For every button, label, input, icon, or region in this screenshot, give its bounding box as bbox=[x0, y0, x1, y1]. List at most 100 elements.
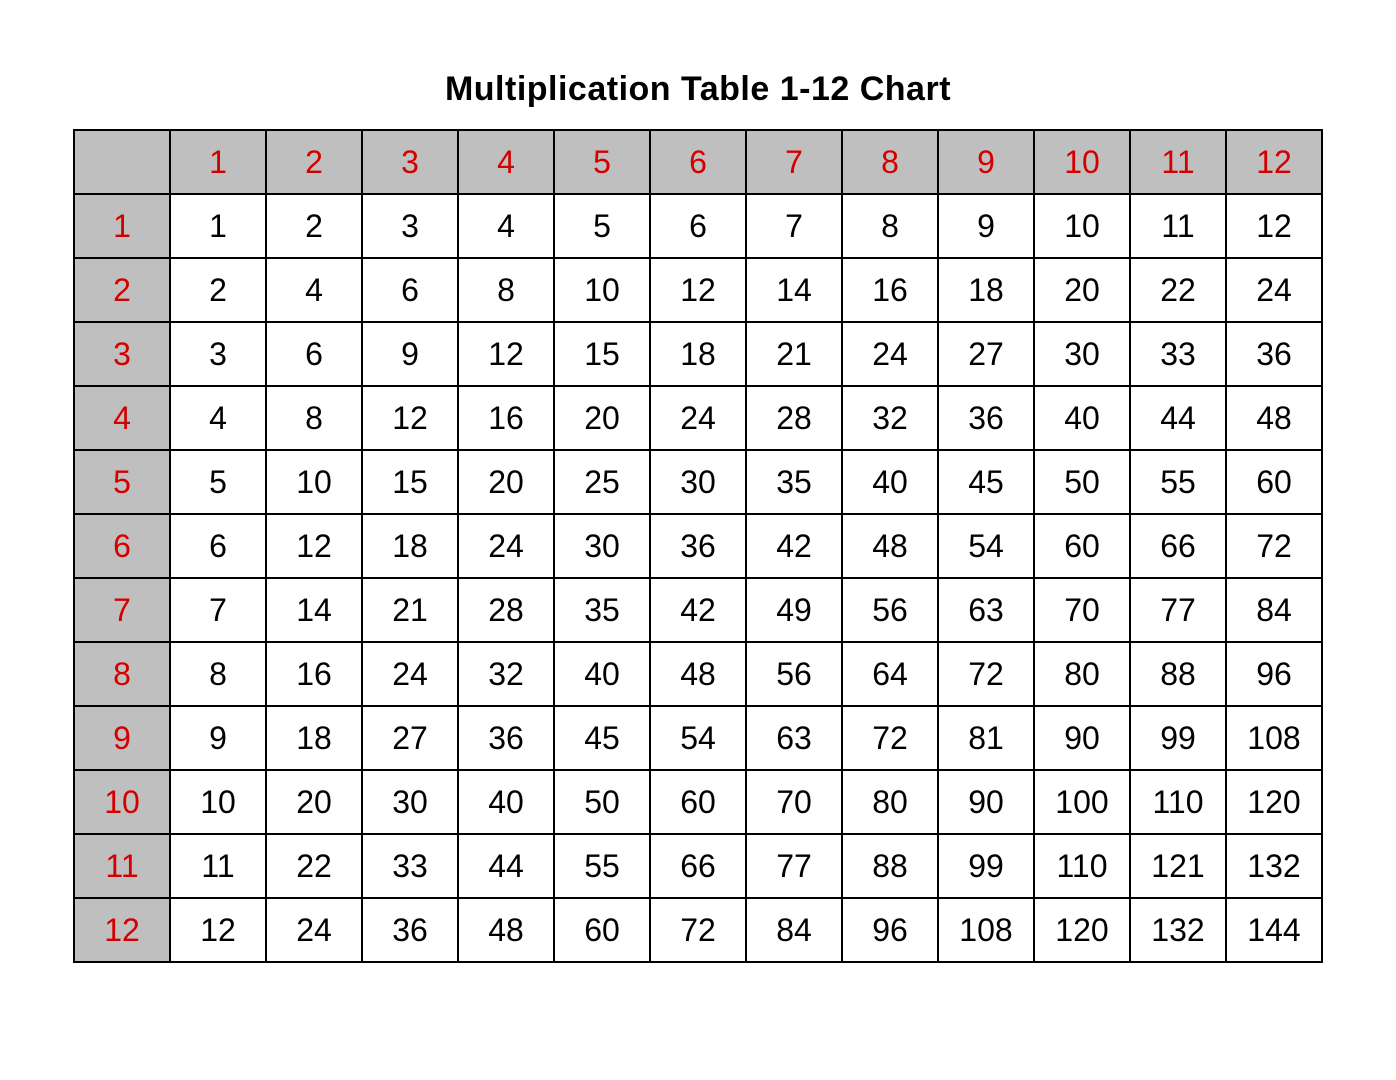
cell: 120 bbox=[1034, 898, 1130, 962]
cell: 4 bbox=[458, 194, 554, 258]
cell: 132 bbox=[1130, 898, 1226, 962]
cell: 28 bbox=[458, 578, 554, 642]
cell: 33 bbox=[362, 834, 458, 898]
row-header: 12 bbox=[74, 898, 170, 962]
cell: 2 bbox=[170, 258, 266, 322]
cell: 84 bbox=[746, 898, 842, 962]
cell: 12 bbox=[650, 258, 746, 322]
cell: 60 bbox=[1226, 450, 1322, 514]
cell: 8 bbox=[458, 258, 554, 322]
row-header: 8 bbox=[74, 642, 170, 706]
table-row: 8 8 16 24 32 40 48 56 64 72 80 88 96 bbox=[74, 642, 1322, 706]
cell: 6 bbox=[650, 194, 746, 258]
row-header: 5 bbox=[74, 450, 170, 514]
row-header: 10 bbox=[74, 770, 170, 834]
cell: 40 bbox=[842, 450, 938, 514]
cell: 32 bbox=[458, 642, 554, 706]
table-body: 1 1 2 3 4 5 6 7 8 9 10 11 12 2 2 4 6 8 1… bbox=[74, 194, 1322, 962]
cell: 12 bbox=[170, 898, 266, 962]
cell: 88 bbox=[842, 834, 938, 898]
cell: 30 bbox=[554, 514, 650, 578]
cell: 84 bbox=[1226, 578, 1322, 642]
cell: 63 bbox=[938, 578, 1034, 642]
cell: 80 bbox=[842, 770, 938, 834]
cell: 81 bbox=[938, 706, 1034, 770]
cell: 5 bbox=[170, 450, 266, 514]
col-header: 7 bbox=[746, 130, 842, 194]
cell: 88 bbox=[1130, 642, 1226, 706]
cell: 55 bbox=[1130, 450, 1226, 514]
table-row: 10 10 20 30 40 50 60 70 80 90 100 110 12… bbox=[74, 770, 1322, 834]
cell: 44 bbox=[458, 834, 554, 898]
cell: 77 bbox=[746, 834, 842, 898]
cell: 42 bbox=[746, 514, 842, 578]
row-header: 11 bbox=[74, 834, 170, 898]
cell: 8 bbox=[842, 194, 938, 258]
cell: 9 bbox=[362, 322, 458, 386]
cell: 27 bbox=[938, 322, 1034, 386]
cell: 50 bbox=[1034, 450, 1130, 514]
cell: 36 bbox=[938, 386, 1034, 450]
cell: 99 bbox=[1130, 706, 1226, 770]
col-header: 11 bbox=[1130, 130, 1226, 194]
cell: 42 bbox=[650, 578, 746, 642]
cell: 14 bbox=[266, 578, 362, 642]
cell: 66 bbox=[1130, 514, 1226, 578]
row-header: 4 bbox=[74, 386, 170, 450]
multiplication-table: 1 2 3 4 5 6 7 8 9 10 11 12 1 1 2 3 4 5 6… bbox=[73, 129, 1323, 963]
cell: 30 bbox=[650, 450, 746, 514]
cell: 30 bbox=[1034, 322, 1130, 386]
cell: 18 bbox=[266, 706, 362, 770]
cell: 35 bbox=[746, 450, 842, 514]
cell: 45 bbox=[554, 706, 650, 770]
table-row: 5 5 10 15 20 25 30 35 40 45 50 55 60 bbox=[74, 450, 1322, 514]
cell: 36 bbox=[362, 898, 458, 962]
cell: 20 bbox=[554, 386, 650, 450]
cell: 66 bbox=[650, 834, 746, 898]
cell: 10 bbox=[266, 450, 362, 514]
cell: 12 bbox=[1226, 194, 1322, 258]
cell: 10 bbox=[554, 258, 650, 322]
chart-title: Multiplication Table 1-12 Chart bbox=[445, 70, 951, 109]
table-row: 3 3 6 9 12 15 18 21 24 27 30 33 36 bbox=[74, 322, 1322, 386]
cell: 24 bbox=[1226, 258, 1322, 322]
cell: 12 bbox=[362, 386, 458, 450]
cell: 3 bbox=[170, 322, 266, 386]
cell: 15 bbox=[554, 322, 650, 386]
cell: 55 bbox=[554, 834, 650, 898]
cell: 33 bbox=[1130, 322, 1226, 386]
cell: 28 bbox=[746, 386, 842, 450]
cell: 45 bbox=[938, 450, 1034, 514]
table-row: 4 4 8 12 16 20 24 28 32 36 40 44 48 bbox=[74, 386, 1322, 450]
cell: 1 bbox=[170, 194, 266, 258]
cell: 64 bbox=[842, 642, 938, 706]
cell: 96 bbox=[1226, 642, 1322, 706]
cell: 54 bbox=[938, 514, 1034, 578]
cell: 36 bbox=[1226, 322, 1322, 386]
cell: 18 bbox=[362, 514, 458, 578]
cell: 24 bbox=[362, 642, 458, 706]
row-header: 2 bbox=[74, 258, 170, 322]
cell: 108 bbox=[1226, 706, 1322, 770]
cell: 11 bbox=[1130, 194, 1226, 258]
cell: 80 bbox=[1034, 642, 1130, 706]
cell: 8 bbox=[266, 386, 362, 450]
cell: 70 bbox=[746, 770, 842, 834]
cell: 9 bbox=[170, 706, 266, 770]
col-header: 5 bbox=[554, 130, 650, 194]
cell: 63 bbox=[746, 706, 842, 770]
cell: 120 bbox=[1226, 770, 1322, 834]
row-header: 3 bbox=[74, 322, 170, 386]
cell: 10 bbox=[170, 770, 266, 834]
cell: 72 bbox=[650, 898, 746, 962]
cell: 40 bbox=[458, 770, 554, 834]
cell: 48 bbox=[842, 514, 938, 578]
cell: 77 bbox=[1130, 578, 1226, 642]
cell: 24 bbox=[842, 322, 938, 386]
cell: 44 bbox=[1130, 386, 1226, 450]
cell: 24 bbox=[266, 898, 362, 962]
row-header: 7 bbox=[74, 578, 170, 642]
cell: 18 bbox=[650, 322, 746, 386]
col-header: 10 bbox=[1034, 130, 1130, 194]
col-header: 9 bbox=[938, 130, 1034, 194]
